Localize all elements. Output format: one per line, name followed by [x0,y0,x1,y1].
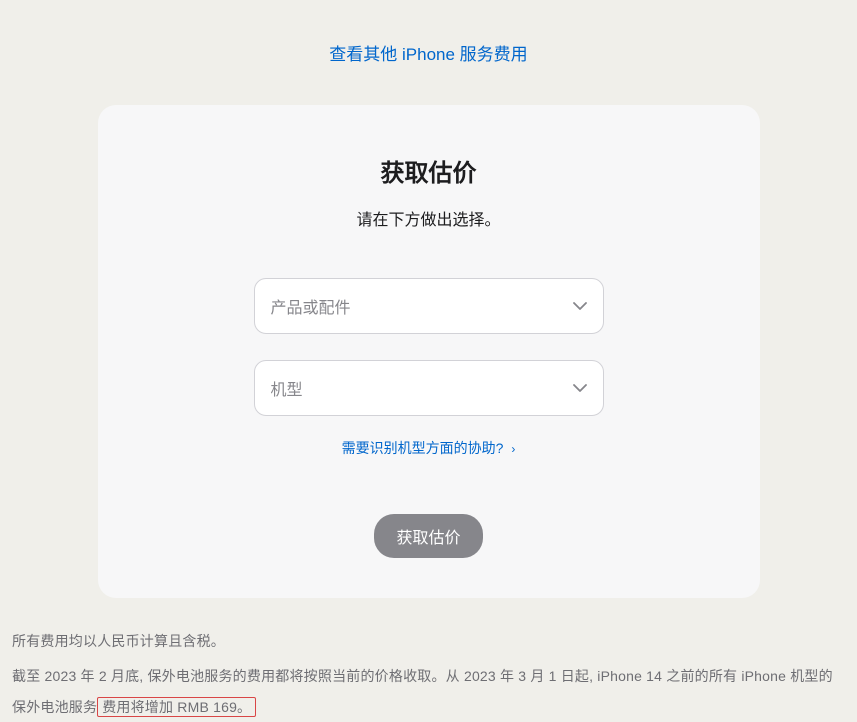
product-select-wrap: 产品或配件 [254,278,604,334]
card-subtitle: 请在下方做出选择。 [138,206,720,230]
model-select-wrap: 机型 [254,360,604,416]
footer-notes: 所有费用均以人民币计算且含税。 截至 2023 年 2 月底, 保外电池服务的费… [10,626,847,722]
other-services-link[interactable]: 查看其他 iPhone 服务费用 [329,45,527,64]
help-link-text: 需要识别机型方面的协助? [342,440,504,456]
chevron-down-icon [573,302,587,310]
chevron-down-icon [573,384,587,392]
footer-note-2: 截至 2023 年 2 月底, 保外电池服务的费用都将按照当前的价格收取。从 2… [12,661,845,722]
product-select[interactable]: 产品或配件 [254,278,604,334]
button-container: 获取估价 [138,514,720,558]
model-select-placeholder: 机型 [271,376,303,400]
identify-model-help-link[interactable]: 需要识别机型方面的协助? › [342,440,516,456]
top-link-container: 查看其他 iPhone 服务费用 [10,0,847,105]
chevron-right-icon: › [511,442,515,456]
price-increase-highlight: 费用将增加 RMB 169。 [97,697,256,717]
model-select[interactable]: 机型 [254,360,604,416]
help-link-container: 需要识别机型方面的协助? › [138,438,720,458]
card-title: 获取估价 [138,153,720,188]
footer-note-1: 所有费用均以人民币计算且含税。 [12,626,845,657]
get-estimate-button[interactable]: 获取估价 [374,514,482,558]
product-select-placeholder: 产品或配件 [271,294,351,318]
estimate-card: 获取估价 请在下方做出选择。 产品或配件 机型 需要识别机型方面的协助? › [98,105,760,598]
